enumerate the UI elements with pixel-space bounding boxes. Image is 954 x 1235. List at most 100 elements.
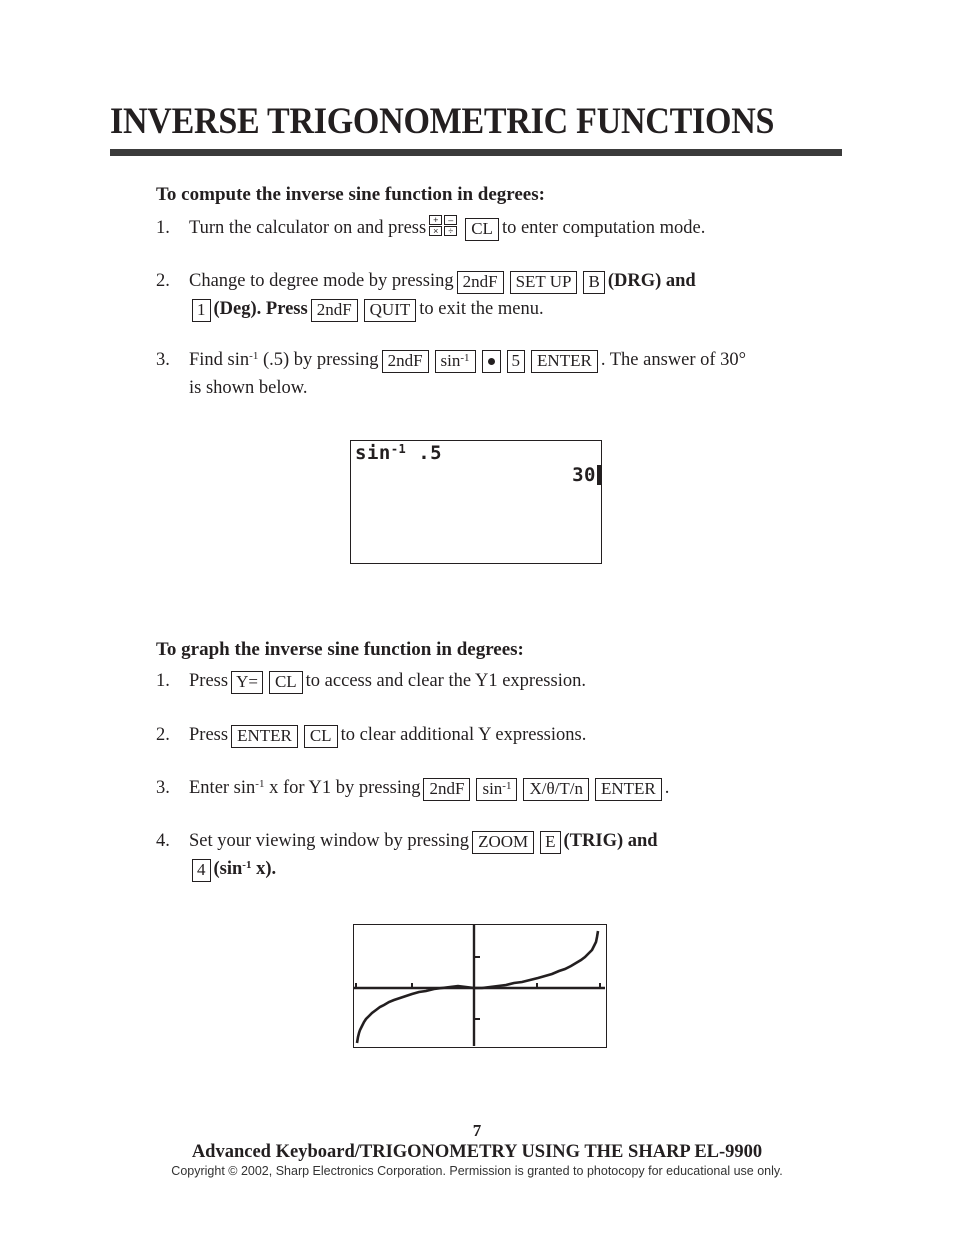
sin-inverse-exponent: -1 bbox=[249, 350, 259, 362]
step-line-2: 1 (Deg). Press 2ndF QUIT to exit the menu. bbox=[189, 296, 876, 323]
key-1[interactable]: 1 bbox=[192, 299, 211, 322]
step-number: 3. bbox=[156, 778, 170, 798]
page-title: INVERSE TRIGONOMETRIC FUNCTIONS bbox=[110, 101, 775, 142]
key-b[interactable]: B bbox=[583, 271, 605, 294]
mode-icon-divide: ÷ bbox=[444, 226, 458, 236]
step-text: Enter sin bbox=[189, 778, 256, 798]
step-body: Press ENTER CL to clear additional Y expres… bbox=[189, 722, 856, 749]
step-body: Set your viewing window by pressing ZOOM E… bbox=[189, 828, 896, 883]
step-text-tail: to clear additional Y expressions. bbox=[340, 725, 587, 745]
mode-icon-plus: + bbox=[429, 215, 443, 225]
step-text: Change to degree mode by pressing bbox=[189, 271, 454, 291]
step-number: 1. bbox=[156, 218, 170, 238]
key-enter[interactable]: ENTER bbox=[531, 350, 598, 373]
document-page: INVERSE TRIGONOMETRIC FUNCTIONS To compu… bbox=[0, 0, 954, 1235]
step-compute-2: 2. Change to degree mode by pressing 2ndF… bbox=[156, 268, 876, 323]
key-e[interactable]: E bbox=[540, 831, 561, 854]
step-number: 3. bbox=[156, 350, 170, 370]
label-sin-arg: x). bbox=[251, 859, 277, 879]
lcd-cursor bbox=[597, 465, 601, 485]
step-text-tail: . bbox=[664, 778, 670, 798]
key-cl[interactable]: CL bbox=[465, 218, 499, 241]
step-text-tail: to exit the menu. bbox=[419, 299, 544, 319]
step-graph-1: 1. Press Y= CL to access and clear the Y1 e… bbox=[156, 668, 856, 695]
key-enter[interactable]: ENTER bbox=[231, 725, 298, 748]
key-cl[interactable]: CL bbox=[268, 671, 303, 694]
calculator-lcd-computation: sin-1 .5 30 bbox=[350, 440, 602, 564]
label-sin-inverse-x: (sin bbox=[213, 859, 243, 879]
label-trig: (TRIG) and bbox=[563, 831, 658, 851]
calculator-graph-screen bbox=[353, 924, 607, 1048]
step-body: Turn the calculator on and press + – × ÷ CL to… bbox=[189, 215, 856, 242]
key-cl[interactable]: CL bbox=[303, 725, 338, 748]
step-graph-3: 3. Enter sin-1 x for Y1 by pressing 2ndF s… bbox=[156, 775, 896, 802]
key-sin-label: sin bbox=[440, 351, 461, 370]
section-heading-graph: To graph the inverse sine function in de… bbox=[156, 639, 524, 660]
key-2ndf-2[interactable]: 2ndF bbox=[310, 299, 358, 322]
footer-copyright: Copyright © 2002, Sharp Electronics Corp… bbox=[171, 1164, 783, 1178]
lcd-argument: .5 bbox=[406, 442, 443, 464]
key-sin-exponent: -1 bbox=[460, 352, 470, 364]
arcsine-graph-svg bbox=[354, 925, 605, 1046]
step-line-2: is shown below. bbox=[189, 378, 308, 398]
calc-mode-icon[interactable]: + – × ÷ bbox=[429, 215, 459, 237]
step-line-1: Find sin-1 (.5) by pressing 2ndF sin-1 5 ENT… bbox=[189, 347, 916, 374]
section-heading-compute: To compute the inverse sine function in … bbox=[156, 184, 545, 205]
step-text-2: (.5) by pressing bbox=[258, 350, 379, 370]
step-compute-1: 1. Turn the calculator on and press + – × ÷ C… bbox=[156, 215, 856, 242]
step-body: Change to degree mode by pressing 2ndF SET… bbox=[189, 268, 876, 323]
lcd-result-value: 30 bbox=[572, 464, 596, 486]
step-compute-3: 3. Find sin-1 (.5) by pressing 2ndF sin-1 5… bbox=[156, 347, 916, 402]
key-y-equals[interactable]: Y= bbox=[231, 671, 263, 694]
mode-icon-minus: – bbox=[444, 215, 458, 225]
key-decimal-point[interactable] bbox=[481, 350, 501, 373]
title-rule bbox=[110, 149, 842, 156]
footer-page-number: 7 bbox=[472, 1121, 482, 1140]
key-setup[interactable]: SET UP bbox=[509, 271, 578, 294]
step-line: Enter sin -1 x for Y1 by pressing 2ndF sin-… bbox=[189, 775, 896, 802]
mode-icon-times: × bbox=[429, 226, 443, 236]
step-text-tail: to access and clear the Y1 expression. bbox=[305, 671, 586, 691]
step-graph-4: 4. Set your viewing window by pressing ZO… bbox=[156, 828, 896, 883]
step-body: Find sin-1 (.5) by pressing 2ndF sin-1 5 ENT… bbox=[189, 347, 916, 402]
label-deg: (Deg). Press bbox=[213, 299, 308, 319]
step-body: Enter sin -1 x for Y1 by pressing 2ndF sin-… bbox=[189, 775, 896, 802]
step-text: Turn the calculator on and press bbox=[189, 218, 427, 238]
key-2ndf[interactable]: 2ndF bbox=[423, 778, 471, 801]
step-number: 2. bbox=[156, 271, 170, 291]
step-line-1: Change to degree mode by pressing 2ndF SET… bbox=[189, 268, 876, 295]
key-x-theta-t-n[interactable]: X/θ/T/n bbox=[523, 778, 589, 801]
step-line-1: Set your viewing window by pressing ZOOM E… bbox=[189, 828, 896, 855]
lcd-entry-line: sin-1 .5 bbox=[355, 443, 442, 464]
key-sin-label: sin bbox=[482, 779, 503, 798]
step-line: Turn the calculator on and press + – × ÷ CL to… bbox=[189, 215, 856, 242]
key-enter[interactable]: ENTER bbox=[594, 778, 662, 801]
step-number: 4. bbox=[156, 831, 170, 851]
key-5[interactable]: 5 bbox=[506, 350, 526, 373]
key-sin-inverse[interactable]: sin-1 bbox=[434, 350, 476, 373]
key-quit[interactable]: QUIT bbox=[363, 299, 417, 322]
title-block: INVERSE TRIGONOMETRIC FUNCTIONS bbox=[110, 100, 842, 156]
lcd-sin-exponent: -1 bbox=[390, 442, 407, 456]
decimal-dot-icon bbox=[487, 358, 495, 365]
step-line: Press Y= CL to access and clear the Y1 expr… bbox=[189, 668, 856, 695]
key-sin-inverse[interactable]: sin-1 bbox=[476, 778, 518, 801]
step-text-2: x for Y1 by pressing bbox=[264, 778, 421, 798]
label-drg: (DRG) and bbox=[607, 271, 696, 291]
lcd-sin-label: sin bbox=[355, 442, 391, 464]
key-4[interactable]: 4 bbox=[192, 859, 211, 882]
step-body: Press Y= CL to access and clear the Y1 expr… bbox=[189, 668, 856, 695]
step-graph-2: 2. Press ENTER CL to clear additional Y exp… bbox=[156, 722, 856, 749]
key-zoom[interactable]: ZOOM bbox=[472, 831, 535, 854]
step-number: 1. bbox=[156, 671, 170, 691]
step-line-2: 4 (sin-1 x). bbox=[189, 856, 896, 883]
step-line: Press ENTER CL to clear additional Y expres… bbox=[189, 722, 856, 749]
step-text: Set your viewing window by pressing bbox=[189, 831, 470, 851]
step-text-tail: . The answer of 30° bbox=[600, 350, 747, 370]
step-number: 2. bbox=[156, 725, 170, 745]
step-text: Press bbox=[189, 671, 229, 691]
key-sin-exponent: -1 bbox=[502, 780, 512, 792]
key-2ndf[interactable]: 2ndF bbox=[456, 271, 504, 294]
key-2ndf[interactable]: 2ndF bbox=[381, 350, 429, 373]
step-text: Find sin bbox=[189, 350, 250, 370]
